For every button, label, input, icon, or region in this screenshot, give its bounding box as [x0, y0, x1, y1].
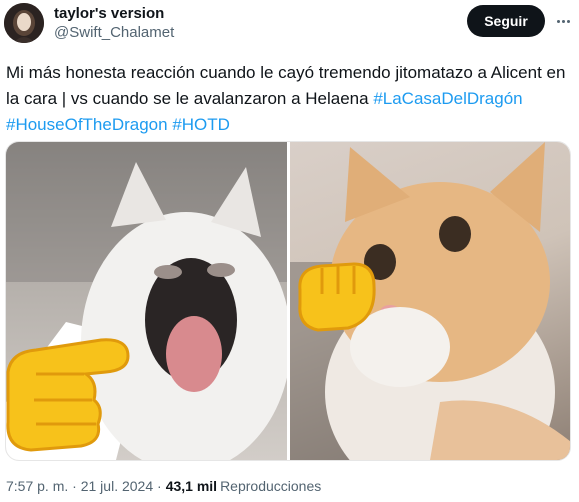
author-info: taylor's version @Swift_Chalamet: [54, 5, 174, 43]
views-label: Reproducciones: [220, 478, 322, 494]
hashtag-lacasadeldragon[interactable]: #LaCasaDelDragón: [373, 89, 522, 108]
author-handle[interactable]: @Swift_Chalamet: [54, 23, 174, 43]
more-options-icon[interactable]: [552, 12, 574, 30]
tweet-text: Mi más honesta reacción cuando le cayó t…: [6, 60, 571, 138]
pointing-hand-emoji-icon: [6, 338, 130, 452]
footer-separator: ·: [157, 478, 162, 494]
views-count[interactable]: 43,1 mil: [166, 478, 217, 494]
media-grid: [5, 141, 571, 461]
tweet-time[interactable]: 7:57 p. m.: [6, 478, 68, 494]
fist-bump-emoji-icon: [297, 262, 376, 332]
avatar[interactable]: [4, 3, 44, 43]
hashtag-houseofthedragon[interactable]: #HouseOfTheDragon: [6, 115, 168, 134]
media-image-fist-bump-cat[interactable]: [289, 142, 570, 460]
tweet-date[interactable]: 21 jul. 2024: [81, 478, 153, 494]
avatar-image: [4, 3, 44, 43]
follow-button[interactable]: Seguir: [467, 5, 545, 37]
tweet-footer: 7:57 p. m. · 21 jul. 2024 · 43,1 mil Repro…: [6, 478, 321, 494]
author-display-name[interactable]: taylor's version: [54, 5, 174, 23]
footer-separator: ·: [72, 478, 77, 494]
media-image-screaming-cat[interactable]: [6, 142, 287, 460]
hashtag-hotd[interactable]: #HOTD: [172, 115, 230, 134]
